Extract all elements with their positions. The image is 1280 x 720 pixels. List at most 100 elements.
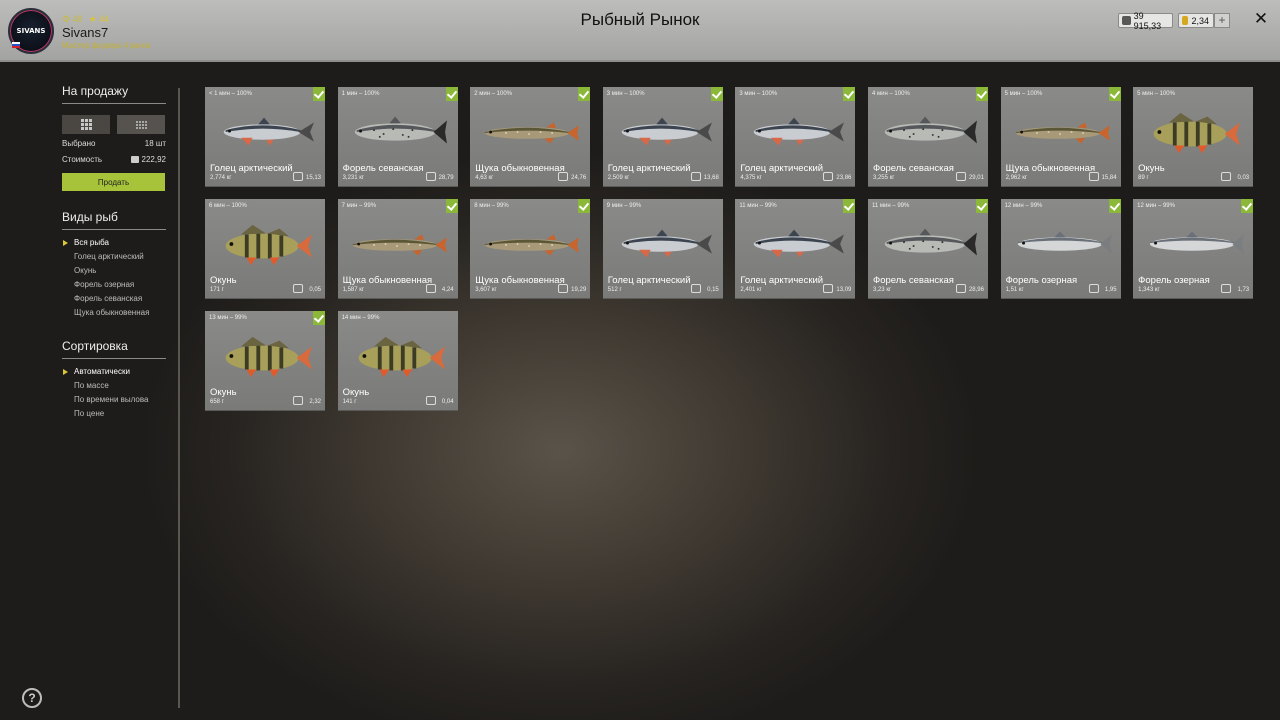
sort-option[interactable]: По массе (62, 379, 166, 393)
checkmark-icon[interactable] (843, 199, 856, 213)
fish-image (1153, 112, 1241, 154)
fish-card[interactable]: 14 мин – 99% Окунь 141 г 0,04 (337, 311, 458, 411)
fish-weight: 3,231 кг (342, 175, 365, 181)
sort-list: Автоматически По массе По времени вылова… (62, 365, 166, 421)
fish-price: 24,76 (571, 175, 587, 181)
fish-name: Окунь (342, 387, 370, 398)
checkmark-icon[interactable] (445, 199, 458, 213)
fish-type-item[interactable]: Форель севанская (62, 292, 166, 306)
fish-name: Голец арктический (740, 163, 824, 174)
fish-name: Форель севанская (342, 163, 424, 174)
catch-time: 14 мин – 99% (341, 315, 380, 321)
fish-card[interactable]: 6 мин – 100% Окунь 171 г 0,05 (205, 199, 325, 299)
checkmark-icon[interactable] (1108, 87, 1121, 101)
fish-image (223, 117, 314, 146)
fish-price: 0,15 (707, 287, 719, 293)
sort-option[interactable]: Автоматически (62, 365, 166, 379)
fish-weight: 1,587 кг (342, 287, 365, 293)
for-sale-title: На продажу (62, 84, 166, 104)
fish-type-item[interactable]: Окунь (62, 264, 166, 278)
fish-card[interactable]: 11 мин – 99% Голец арктический 2,401 кг 13,… (735, 199, 856, 299)
fish-card[interactable]: 11 мин – 99% Форель севанская 3,23 кг 28,96 (867, 199, 988, 299)
checkmark-icon[interactable] (975, 199, 988, 213)
fish-card[interactable]: 5 мин – 100% Окунь 89 г 0,03 (1133, 87, 1254, 187)
small-grid-view-button[interactable] (117, 115, 165, 134)
fish-name: Окунь (210, 275, 237, 286)
catch-time: 6 мин – 100% (209, 203, 247, 209)
fish-image (754, 117, 845, 146)
coin-icon (425, 284, 436, 293)
checkmark-icon[interactable] (1241, 199, 1254, 213)
fish-card[interactable]: 3 мин – 100% Голец арктический 2,509 кг 13,… (602, 87, 723, 187)
fish-name: Форель севанская (872, 163, 954, 174)
fish-price: 15,13 (305, 175, 321, 181)
checkmark-icon[interactable] (445, 87, 458, 101)
close-button[interactable]: ✕ (1252, 10, 1270, 28)
fish-card[interactable]: 12 мин – 99% Форель озерная 1,343 кг 1,73 (1133, 199, 1254, 299)
sort-title: Сортировка (62, 339, 166, 359)
large-grid-view-button[interactable] (62, 115, 110, 134)
selected-row: Выбрано 18 шт (62, 136, 166, 150)
fish-price: 28,79 (438, 175, 454, 181)
fish-price: 1,73 (1237, 287, 1250, 293)
page-title: Рыбный Рынок (580, 10, 700, 29)
coin-icon (1221, 172, 1232, 181)
grid-large-icon (80, 119, 92, 130)
fish-card[interactable]: 9 мин – 99% Голец арктический 512 г 0,15 (602, 199, 723, 299)
add-currency-button[interactable]: + (1214, 13, 1230, 28)
coin-icon (130, 155, 139, 163)
fish-weight: 1,51 кг (1005, 287, 1024, 293)
catch-time: 3 мин – 100% (739, 91, 778, 97)
catch-time: 13 мин – 99% (209, 315, 247, 321)
checkmark-icon[interactable] (710, 87, 723, 101)
fish-weight: 3,607 кг (475, 287, 497, 293)
checkmark-icon[interactable] (578, 87, 591, 101)
sell-button[interactable]: Продать (62, 173, 165, 191)
fish-card[interactable]: 1 мин – 100% Форель севанская 3,231 кг 28,7… (337, 87, 458, 187)
fish-weight: 1,343 кг (1138, 287, 1160, 293)
fish-name: Щука обыкновенная (475, 163, 565, 174)
catch-time: 11 мин – 99% (871, 203, 910, 209)
checkmark-icon[interactable] (1108, 199, 1121, 213)
checkmark-icon[interactable] (578, 199, 591, 213)
checkmark-icon[interactable] (313, 311, 325, 325)
fish-card[interactable]: 8 мин – 99% Щука обыкновенная 3,607 кг 19,2… (470, 199, 591, 299)
fish-types-title: Виды рыб (62, 210, 166, 230)
fish-card[interactable]: 4 мин – 100% Форель севанская 3,255 кг 29,0… (867, 87, 988, 187)
fish-card[interactable]: 7 мин – 99% Щука обыкновенная 1,587 кг 4,24 (337, 199, 458, 299)
help-button[interactable]: ? (22, 688, 42, 708)
fish-price: 28,96 (968, 287, 984, 293)
sort-option[interactable]: По времени вылова (62, 393, 166, 407)
checkmark-icon[interactable] (843, 87, 856, 101)
fish-type-item[interactable]: Форель озерная (62, 278, 166, 292)
catch-time: 12 мин – 99% (1004, 203, 1043, 209)
fish-weight: 2,509 кг (607, 175, 630, 181)
fish-image (225, 224, 313, 266)
cost-row: Стоимость 222,92 (62, 152, 166, 166)
fish-card[interactable]: 12 мин – 99% Форель озерная 1,51 кг 1,95 (1000, 199, 1121, 299)
catch-time: 1 мин – 100% (341, 91, 380, 97)
catch-time: 5 мин – 100% (1137, 91, 1175, 97)
sort-option[interactable]: По цене (62, 407, 166, 421)
checkmark-icon[interactable] (313, 87, 325, 101)
fish-type-list: Вся рыба Голец арктический Окунь Форель … (62, 236, 166, 320)
cost-value: 222,92 (141, 154, 166, 164)
fish-image (754, 229, 845, 258)
fish-name: Голец арктический (210, 163, 293, 174)
fish-card[interactable]: 2 мин – 100% Щука обыкновенная 4,63 кг 24,7… (470, 87, 591, 187)
fish-image (1017, 231, 1112, 254)
fish-card[interactable]: 3 мин – 100% Голец арктический 4,375 кг 23,… (735, 87, 856, 187)
fish-card[interactable]: 13 мин – 99% Окунь 658 г 2,32 (205, 311, 325, 411)
fish-name: Форель озерная (1005, 275, 1078, 286)
coin-icon (293, 284, 303, 293)
catch-time: 9 мин – 99% (606, 203, 642, 209)
fish-card[interactable]: 5 мин – 100% Щука обыкновенная 2,962 кг 15,… (1000, 87, 1121, 187)
fish-type-item[interactable]: Щука обыкновенная (62, 306, 166, 320)
fish-name: Голец арктический (607, 275, 691, 286)
fish-type-item[interactable]: Голец арктический (62, 250, 166, 264)
fish-weight: 171 г (210, 287, 224, 293)
fish-type-item[interactable]: Вся рыба (62, 236, 166, 250)
fish-card[interactable]: < 1 мин – 100% Голец арктический 2,774 кг 1… (205, 87, 325, 187)
checkmark-icon[interactable] (975, 87, 988, 101)
fish-weight: 2,774 кг (210, 175, 232, 181)
